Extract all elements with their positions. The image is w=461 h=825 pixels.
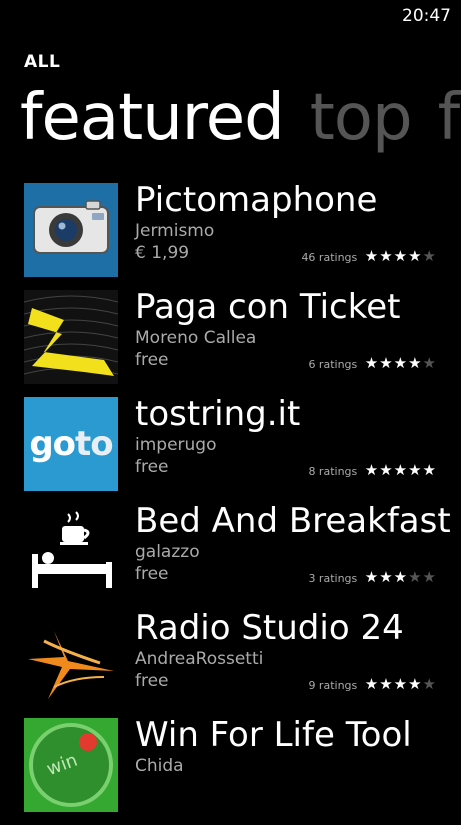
app-tile — [24, 183, 118, 277]
rating-count: 9 ratings — [308, 679, 358, 692]
app-publisher: galazzo — [135, 542, 200, 562]
status-bar: 20:47 — [0, 0, 461, 32]
rating: 9 ratings ★★★★★ — [308, 675, 437, 693]
rating-count: 3 ratings — [308, 572, 358, 585]
app-publisher: AndreaRossetti — [135, 649, 264, 669]
app-price: free — [135, 457, 169, 477]
app-list: Pictomaphone Jermismo € 1,99 46 ratings … — [24, 180, 461, 825]
rating: 46 ratings ★★★★★ — [301, 247, 437, 265]
app-name: Pictomaphone — [135, 180, 378, 220]
app-price: € 1,99 — [135, 243, 190, 263]
rating-count: 8 ratings — [308, 465, 358, 478]
ticket-wave-icon — [24, 295, 118, 376]
app-name: Paga con Ticket — [135, 287, 401, 327]
list-item[interactable]: win Win For Life Tool Chida — [24, 715, 461, 825]
list-item[interactable]: Radio Studio 24 AndreaRossetti free 9 ra… — [24, 608, 461, 718]
rating: 8 ratings ★★★★★ — [308, 461, 437, 479]
star-rating-icon: ★★★★★ — [364, 247, 437, 265]
list-item[interactable]: goto tostring.it imperugo free 8 ratings… — [24, 394, 461, 504]
app-name: Bed And Breakfast — [135, 501, 451, 541]
tab-fr[interactable]: fr — [438, 81, 461, 155]
list-item[interactable]: Paga con Ticket Moreno Callea free 6 rat… — [24, 287, 461, 397]
star-rating-icon: ★★★★★ — [364, 568, 437, 586]
pivot-header: featured topfr — [20, 78, 461, 158]
list-item[interactable]: Bed And Breakfast galazzo free 3 ratings… — [24, 501, 461, 611]
tab-top[interactable]: top — [310, 81, 413, 155]
svg-text:goto: goto — [29, 424, 112, 464]
star-rating-icon: ★★★★★ — [364, 354, 437, 372]
rating: 6 ratings ★★★★★ — [308, 354, 437, 372]
app-tile: goto — [24, 397, 118, 491]
tab-featured[interactable]: featured — [20, 81, 285, 155]
star-rating-icon: ★★★★★ — [364, 461, 437, 479]
rating: 3 ratings ★★★★★ — [308, 568, 437, 586]
clock: 20:47 — [402, 6, 451, 26]
app-name: Win For Life Tool — [135, 715, 412, 755]
bed-coffee-icon — [32, 511, 112, 588]
app-name: tostring.it — [135, 394, 301, 434]
app-price: free — [135, 350, 169, 370]
star-rating-icon: ★★★★★ — [364, 675, 437, 693]
breadcrumb: ALL — [24, 52, 61, 72]
app-tile — [24, 611, 118, 705]
app-publisher: Moreno Callea — [135, 328, 257, 348]
goto-logo-icon: goto — [29, 424, 113, 464]
camera-icon — [33, 200, 109, 254]
app-tile: win — [24, 718, 118, 812]
list-item[interactable]: Pictomaphone Jermismo € 1,99 46 ratings … — [24, 180, 461, 290]
app-name: Radio Studio 24 — [135, 608, 404, 648]
app-publisher: Jermismo — [135, 221, 215, 241]
win-for-life-icon: win — [29, 723, 113, 807]
app-price: free — [135, 564, 169, 584]
radio-logo-icon — [28, 631, 114, 699]
app-publisher: Chida — [135, 756, 184, 776]
app-publisher: imperugo — [135, 435, 217, 455]
app-price: free — [135, 671, 169, 691]
app-tile — [24, 504, 118, 598]
rating-count: 6 ratings — [308, 358, 358, 371]
app-tile — [24, 290, 118, 384]
rating-count: 46 ratings — [301, 251, 358, 264]
